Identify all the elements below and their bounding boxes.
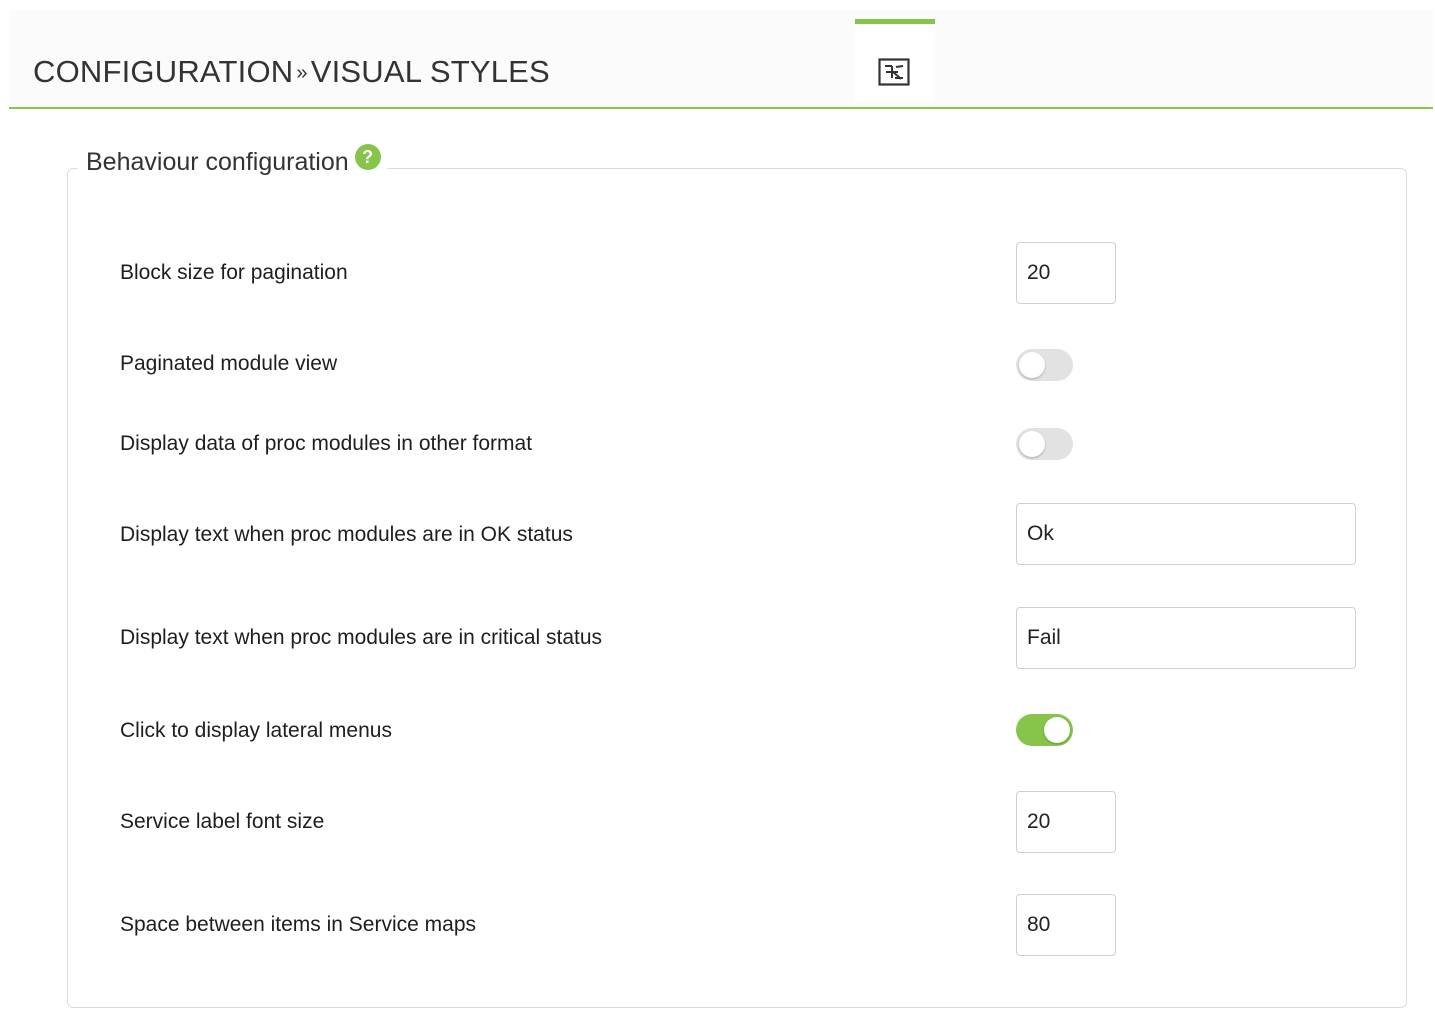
service-label-font-size-input[interactable] [1016,791,1116,853]
label-proc-critical-status-text: Display text when proc modules are in cr… [120,626,603,649]
proc-critical-status-text-input[interactable] [1016,607,1356,669]
label-block-size-pagination: Block size for pagination [120,261,348,284]
toggle-knob [1019,431,1045,457]
visual-styles-tab-icon [878,58,910,86]
service-maps-spacing-input[interactable] [1016,894,1116,956]
title-visual-styles: VISUAL STYLES [310,54,550,89]
label-service-maps-spacing: Space between items in Service maps [120,913,477,936]
click-lateral-menus-toggle[interactable] [1016,714,1073,746]
label-proc-ok-status-text: Display text when proc modules are in OK… [120,523,573,546]
label-proc-modules-other-format: Display data of proc modules in other fo… [120,432,533,455]
proc-modules-other-format-toggle[interactable] [1016,428,1073,460]
page-title: CONFIGURATION »VISUAL STYLES [33,54,550,90]
proc-ok-status-text-input[interactable] [1016,503,1356,565]
label-service-label-font-size: Service label font size [120,810,325,833]
help-icon[interactable]: ? [354,143,381,170]
page-header: CONFIGURATION »VISUAL STYLES [9,10,1433,109]
paginated-module-view-toggle[interactable] [1016,349,1073,381]
toggle-knob [1044,717,1070,743]
toggle-knob [1019,352,1045,378]
breadcrumb-separator: » [296,62,308,84]
behaviour-configuration-legend: Behaviour configuration ? [78,143,387,177]
legend-text: Behaviour configuration [86,148,349,176]
visual-styles-tab[interactable] [855,19,935,102]
behaviour-configuration-panel [67,168,1407,1008]
block-size-pagination-input[interactable] [1016,242,1116,304]
label-paginated-module-view: Paginated module view [120,352,338,375]
title-configuration: CONFIGURATION [33,54,294,89]
label-click-lateral-menus: Click to display lateral menus [120,719,392,742]
